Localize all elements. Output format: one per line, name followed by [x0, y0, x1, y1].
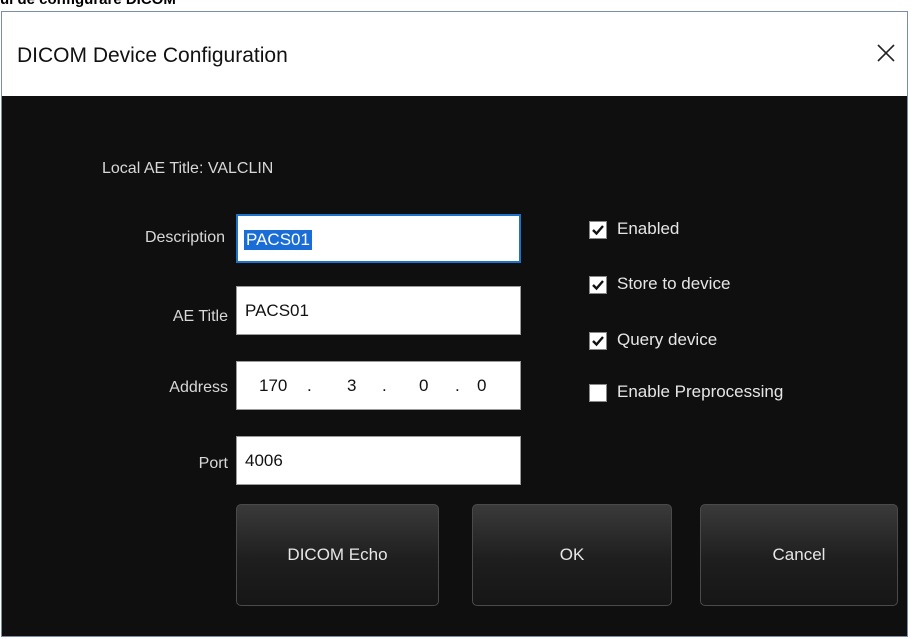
local-ae-title: Local AE Title: VALCLIN	[102, 160, 274, 177]
cancel-button[interactable]: Cancel	[700, 504, 898, 606]
checkmark-icon	[592, 225, 604, 236]
enable-preprocessing-checkbox[interactable]	[589, 384, 607, 402]
ip-address-input[interactable]: 170 . 3 . 0 . 0	[236, 361, 521, 410]
address-label: Address	[169, 379, 228, 396]
window-title: DICOM Device Configuration	[17, 44, 288, 67]
ip-octet-1[interactable]: 170	[259, 376, 287, 396]
close-icon	[877, 44, 895, 62]
checkmark-icon	[592, 336, 604, 347]
query-device-checkbox[interactable]	[589, 332, 607, 350]
description-label: Description	[144, 229, 225, 246]
ip-octet-4[interactable]: 0	[477, 376, 486, 396]
ae-title-input[interactable]: PACS01	[236, 286, 521, 335]
ae-title-value: PACS01	[245, 301, 309, 320]
port-label: Port	[198, 455, 228, 472]
dicom-echo-label: DICOM Echo	[287, 545, 388, 564]
ip-dot: .	[307, 376, 312, 395]
enabled-checkbox[interactable]	[589, 221, 607, 239]
cancel-label: Cancel	[772, 545, 826, 564]
ip-dot: .	[382, 376, 387, 395]
query-device-label: Query device	[617, 330, 718, 349]
dialog-body: Local AE Title: VALCLIN Description PACS…	[2, 96, 907, 636]
close-button[interactable]	[867, 32, 907, 76]
enabled-label: Enabled	[617, 219, 680, 238]
port-input[interactable]: 4006	[236, 436, 521, 485]
description-value: PACS01	[244, 230, 312, 250]
ok-label: OK	[559, 545, 585, 564]
store-to-device-label: Store to device	[617, 274, 731, 293]
ip-octet-3[interactable]: 0	[419, 376, 428, 396]
title-bar: DICOM Device Configuration	[2, 12, 907, 96]
ae-title-label: AE Title	[172, 308, 228, 325]
page-caption: ul de configurare DICOM	[0, 0, 176, 8]
dicom-config-dialog: DICOM Device Configuration Local AE Titl…	[1, 11, 908, 637]
enable-preprocessing-label: Enable Preprocessing	[617, 382, 784, 401]
ip-dot: .	[455, 376, 460, 395]
store-to-device-checkbox[interactable]	[589, 276, 607, 294]
ok-button[interactable]: OK	[472, 504, 672, 606]
dicom-echo-button[interactable]: DICOM Echo	[236, 504, 439, 606]
port-value: 4006	[245, 451, 283, 470]
checkmark-icon	[592, 280, 604, 291]
ip-octet-2[interactable]: 3	[347, 376, 356, 396]
description-input[interactable]: PACS01	[236, 214, 521, 263]
